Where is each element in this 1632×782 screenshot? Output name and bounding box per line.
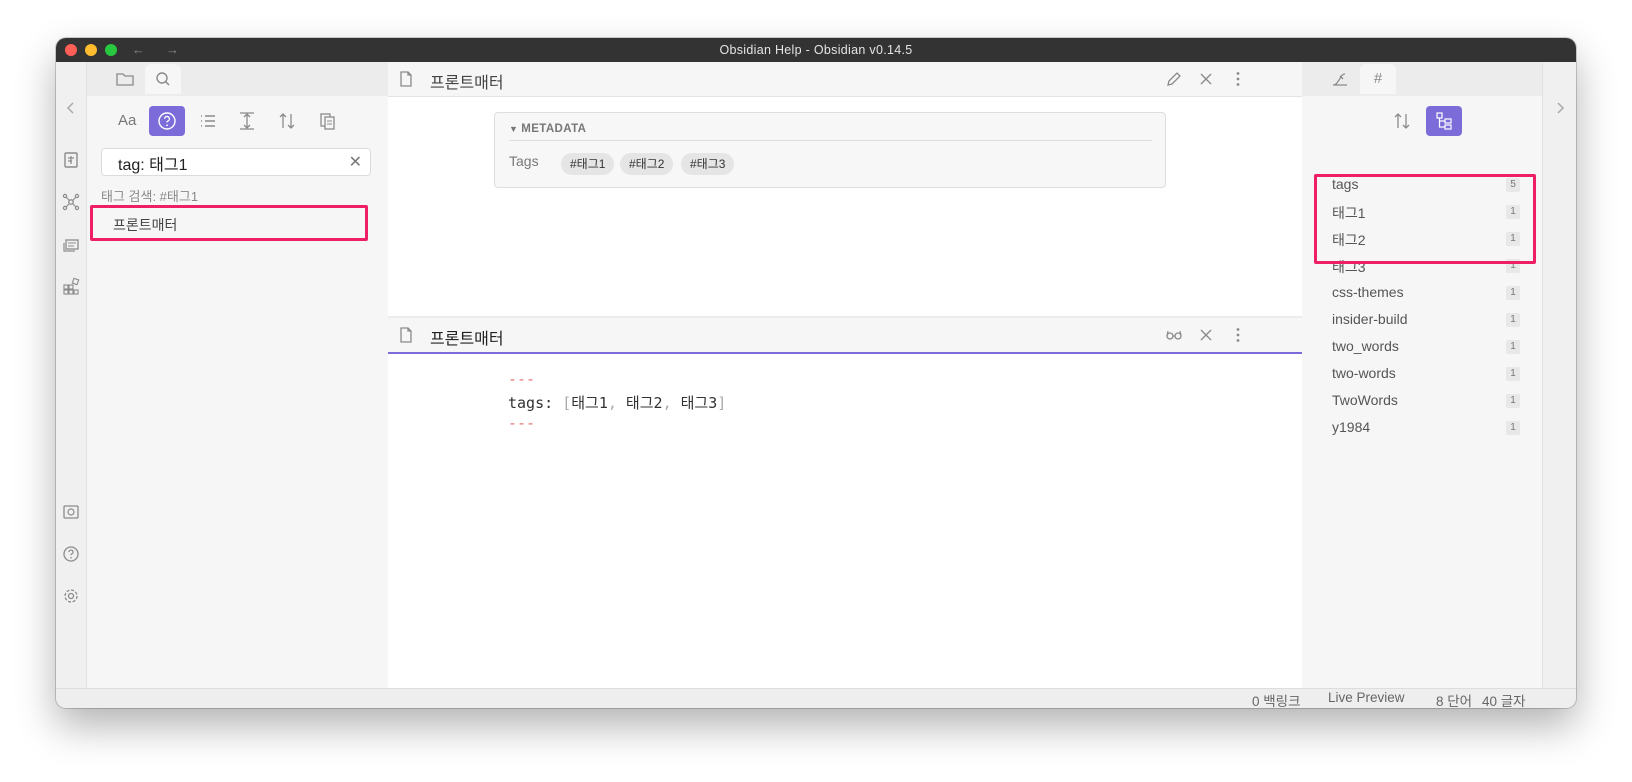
plugins-icon[interactable] [61, 276, 81, 296]
search-input[interactable] [116, 151, 340, 175]
bracket-open: [ [562, 394, 572, 412]
match-case-button[interactable]: Aa [110, 106, 146, 136]
more-options-icon[interactable] [1228, 69, 1248, 89]
frontmatter-delimiter-close[interactable]: --- [508, 414, 535, 432]
tag-count: 1 [1506, 313, 1520, 327]
edit-pencil-icon[interactable] [1164, 69, 1184, 89]
window-title: Obsidian Help - Obsidian v0.14.5 [719, 43, 913, 57]
maximize-window-button[interactable] [105, 44, 117, 56]
nested-tags-button[interactable] [1426, 106, 1462, 136]
title-bar: ← → Obsidian Help - Obsidian v0.14.5 [56, 38, 1576, 62]
word-count: 8 단어 [1436, 694, 1473, 708]
right-sidebar: # tags 5 태그1 1 태그2 1 태그3 1 css-themes 1 [1302, 62, 1542, 688]
collapse-results-button[interactable] [189, 106, 225, 136]
help-icon[interactable] [61, 544, 81, 564]
forward-arrow-icon[interactable]: → [166, 38, 179, 62]
frontmatter-colon: : [544, 394, 554, 412]
tag-count: 1 [1506, 421, 1520, 435]
tag-name: css-themes [1332, 284, 1404, 300]
frontmatter-value: 태그3 [680, 394, 718, 412]
tag-name: insider-build [1332, 311, 1408, 327]
tag-item[interactable]: css-themes 1 [1332, 282, 1520, 304]
vault-icon[interactable] [61, 502, 81, 522]
pane-header-reading: 프론트매터 [388, 62, 1302, 97]
tag-count: 1 [1506, 286, 1520, 300]
pane-title: 프론트매터 [430, 331, 504, 348]
tags-tab[interactable]: # [1360, 64, 1396, 94]
tag-name: two_words [1332, 338, 1399, 354]
search-box: ✕ [101, 148, 371, 176]
clear-search-icon[interactable]: ✕ [349, 152, 362, 172]
frontmatter-line[interactable]: tags: [태그1, 태그2, 태그3] [508, 392, 726, 413]
frontmatter-value: 태그1 [571, 394, 608, 412]
tag-item[interactable]: two-words 1 [1332, 363, 1520, 385]
close-pane-icon[interactable] [1196, 69, 1216, 89]
collapse-left-chevron-icon[interactable] [61, 98, 81, 118]
tag-count: 1 [1506, 340, 1520, 354]
outline-tab[interactable] [1322, 64, 1358, 94]
slides-icon[interactable] [61, 234, 81, 254]
settings-gear-icon[interactable] [61, 586, 81, 606]
file-icon [396, 325, 416, 345]
search-result-file-name: 프론트매터 [113, 217, 178, 233]
collapse-right-chevron-icon[interactable] [1550, 98, 1570, 118]
close-pane-icon[interactable] [1196, 325, 1216, 345]
file-explorer-tab[interactable] [107, 64, 143, 94]
sort-tags-button[interactable] [1384, 106, 1420, 136]
tag-highlight-box [1314, 174, 1536, 264]
switcher-icon[interactable] [61, 150, 81, 170]
frontmatter-delimiter-open[interactable]: --- [508, 370, 535, 388]
metadata-divider [509, 140, 1152, 141]
frontmatter-value: 태그2 [625, 394, 663, 412]
editor-area: 프론트매터 ▼ METADATA Tags #태그1 #태그2 #태그3 프론트… [388, 62, 1302, 688]
tag-name: two-words [1332, 365, 1396, 381]
bracket-close: ] [717, 394, 727, 412]
reading-view-glasses-icon[interactable] [1164, 325, 1184, 345]
file-icon [396, 69, 416, 89]
left-sidebar-tabs [87, 62, 388, 96]
tag-count: 1 [1506, 367, 1520, 381]
tag-pill[interactable]: #태그2 [620, 153, 674, 175]
tag-pill[interactable]: #태그1 [561, 153, 615, 175]
sort-button[interactable] [269, 106, 305, 136]
tag-item[interactable]: TwoWords 1 [1332, 390, 1520, 412]
right-sidebar-tabs: # [1302, 62, 1542, 96]
tag-item[interactable]: insider-build 1 [1332, 309, 1520, 331]
metadata-panel: ▼ METADATA Tags #태그1 #태그2 #태그3 [494, 112, 1166, 188]
tag-name: TwoWords [1332, 392, 1398, 408]
graph-view-icon[interactable] [61, 192, 81, 212]
left-sidebar: Aa ✕ 태그 검색: #태그1 프론트매터 [87, 62, 388, 688]
pane-title: 프론트매터 [430, 75, 504, 92]
minimize-window-button[interactable] [85, 44, 97, 56]
right-ribbon [1542, 62, 1576, 688]
collapse-triangle-icon: ▼ [509, 124, 522, 134]
char-count: 40 글자 [1482, 694, 1526, 708]
app-window: ← → Obsidian Help - Obsidian v0.14.5 Aa … [56, 38, 1576, 708]
left-ribbon [56, 62, 87, 688]
tag-item[interactable]: two_words 1 [1332, 336, 1520, 358]
more-options-icon[interactable] [1228, 325, 1248, 345]
editor-mode[interactable]: Live Preview [1328, 690, 1405, 705]
close-window-button[interactable] [65, 44, 77, 56]
status-bar: 0 백링크 Live Preview 8 단어 40 글자 [56, 688, 1576, 708]
tag-pill[interactable]: #태그3 [681, 153, 735, 175]
metadata-key: Tags [509, 153, 539, 169]
explain-search-button[interactable] [149, 106, 185, 136]
back-arrow-icon[interactable]: ← [132, 38, 145, 62]
show-more-context-button[interactable] [229, 106, 265, 136]
tag-item[interactable]: y1984 1 [1332, 417, 1520, 439]
copy-results-button[interactable] [309, 106, 345, 136]
search-result-summary: 태그 검색: #태그1 [101, 189, 199, 204]
frontmatter-key: tags [508, 394, 545, 412]
metadata-heading[interactable]: ▼ METADATA [509, 123, 586, 135]
tag-count: 1 [1506, 394, 1520, 408]
pane-header-editing: 프론트매터 [388, 318, 1302, 354]
tag-name: y1984 [1332, 419, 1371, 435]
search-tab[interactable] [145, 64, 181, 94]
backlinks-count[interactable]: 0 백링크 [1252, 690, 1301, 708]
match-case-label: Aa [118, 112, 137, 129]
search-result-file[interactable]: 프론트매터 [90, 205, 368, 241]
